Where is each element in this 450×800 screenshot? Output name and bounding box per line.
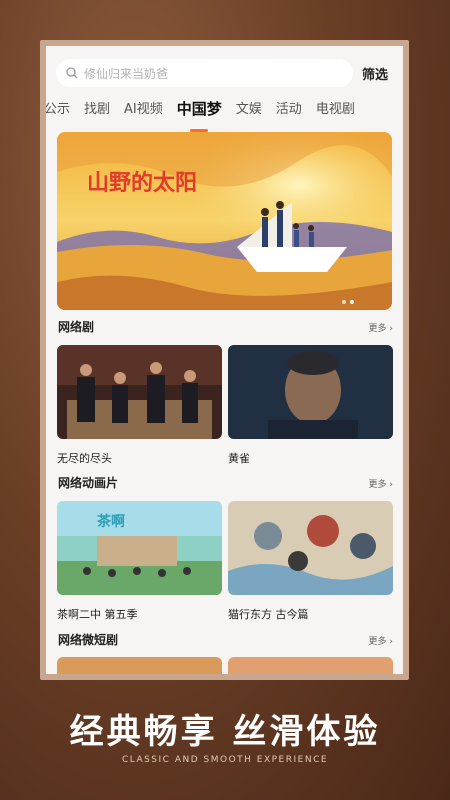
list-item[interactable]: 茶啊 茶啊二中 第五季 [57, 501, 222, 622]
more-link-web-short-drama[interactable]: 更多 › [369, 634, 393, 647]
poster-thumbnail: 茶啊 [57, 501, 222, 595]
promo-slogan: 经典畅享 丝滑体验 [69, 712, 381, 752]
list-item[interactable]: 黄雀 [228, 345, 393, 466]
tab-activity[interactable]: 活动 [276, 98, 302, 124]
featured-banner[interactable]: 山野的太阳 [57, 132, 392, 310]
tab-announcement[interactable]: 公示 [46, 98, 70, 124]
promo-subtitle: CLASSIC AND SMOOTH EXPERIENCE [121, 755, 329, 765]
app-screen: 修仙归来当奶爸 筛选 公示 找剧 AI视频 中国梦 文娱 活动 电视剧 山野的太… [46, 46, 403, 674]
poster-thumbnail [57, 345, 222, 439]
list-item[interactable] [57, 657, 222, 674]
category-tabs: 公示 找剧 AI视频 中国梦 文娱 活动 电视剧 [46, 98, 403, 132]
list-item[interactable] [228, 657, 393, 674]
search-row: 修仙归来当奶爸 筛选 [56, 58, 397, 88]
tab-ai-video[interactable]: AI视频 [124, 98, 163, 124]
poster-thumbnail [228, 657, 393, 674]
tab-tv-series[interactable]: 电视剧 [316, 98, 355, 124]
list-item[interactable]: 猫行东方 古今篇 [228, 501, 393, 622]
svg-text:茶啊: 茶啊 [96, 513, 125, 530]
item-title: 无尽的尽头 [57, 452, 112, 465]
banner-artwork: 山野的太阳 [57, 132, 392, 310]
tab-china-dream[interactable]: 中国梦 [177, 98, 222, 132]
poster-thumbnail [228, 501, 393, 595]
item-title: 猫行东方 古今篇 [228, 608, 309, 621]
search-icon [66, 67, 78, 79]
filter-button[interactable]: 筛选 [353, 64, 397, 83]
item-title: 茶啊二中 第五季 [57, 608, 138, 621]
more-link-web-drama[interactable]: 更多 › [369, 321, 393, 334]
section-title-web-animation: 网络动画片 [58, 476, 119, 490]
list-item[interactable]: 无尽的尽头 [57, 345, 222, 466]
tab-find-drama[interactable]: 找剧 [84, 98, 110, 124]
search-placeholder: 修仙归来当奶爸 [84, 66, 169, 81]
search-input[interactable]: 修仙归来当奶爸 [56, 59, 353, 87]
section-title-web-short-drama: 网络微短剧 [58, 633, 119, 647]
phone-frame: 修仙归来当奶爸 筛选 公示 找剧 AI视频 中国梦 文娱 活动 电视剧 山野的太… [40, 40, 409, 680]
more-link-web-animation[interactable]: 更多 › [369, 477, 393, 490]
poster-thumbnail [57, 657, 222, 674]
tab-entertainment[interactable]: 文娱 [236, 98, 262, 124]
banner-title: 山野的太阳 [87, 170, 197, 196]
section-title-web-drama: 网络剧 [58, 320, 95, 334]
poster-thumbnail [228, 345, 393, 439]
item-title: 黄雀 [228, 452, 250, 465]
